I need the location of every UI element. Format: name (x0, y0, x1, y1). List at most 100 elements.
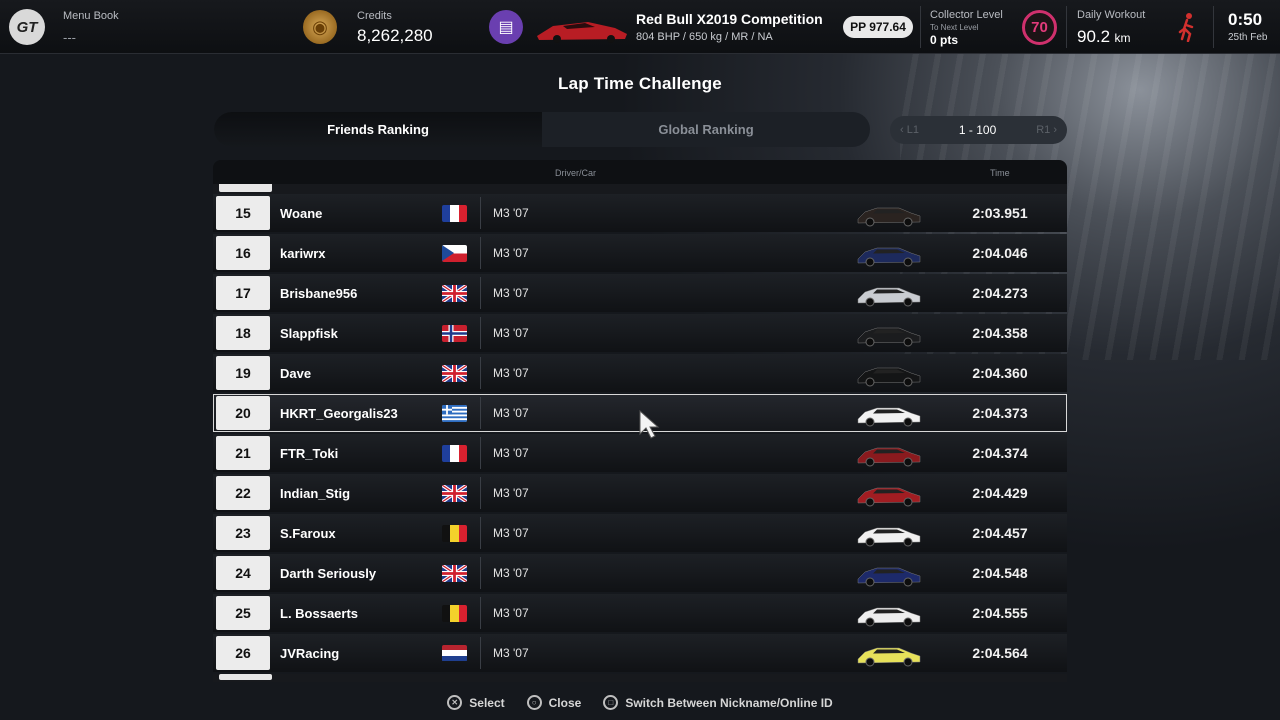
lap-time: 2:04.374 (972, 445, 1028, 461)
car-name: M3 '07 (493, 206, 529, 220)
current-car-thumbnail (537, 22, 627, 43)
table-row[interactable]: 26 JVRacing M3 '07 2:04.564 (213, 634, 1067, 672)
divider (480, 437, 481, 469)
position-number: 19 (216, 356, 270, 390)
car-name: M3 '07 (493, 406, 529, 420)
clock-time: 0:50 (1228, 10, 1263, 29)
lap-time: 2:04.555 (972, 605, 1028, 621)
table-row[interactable]: 22 Indian_Stig M3 '07 2:04.429 (213, 474, 1067, 512)
credits-value: 8,262,280 (357, 26, 433, 45)
country-flag-icon (442, 604, 467, 622)
credits-icon: ◉ (303, 10, 337, 44)
chevron-right-icon: › (1053, 124, 1057, 136)
pager-next-wrap[interactable]: R1 › (1036, 124, 1057, 136)
table-row[interactable]: 19 Dave M3 '07 2:04.360 (213, 354, 1067, 392)
car-name: M3 '07 (493, 606, 529, 620)
position-box (219, 184, 272, 192)
car-name: M3 '07 (493, 366, 529, 380)
car-thumbnail-icon (855, 481, 923, 507)
driver-name: Dave (280, 365, 312, 381)
driver-name: kariwrx (280, 245, 326, 261)
lap-time: 2:04.457 (972, 525, 1028, 541)
car-thumbnail-icon (855, 561, 923, 587)
page-title: Lap Time Challenge (558, 74, 722, 93)
table-row[interactable]: 15 Woane M3 '07 2:03.951 (213, 194, 1067, 232)
lap-time: 2:04.429 (972, 485, 1028, 501)
car-name: M3 '07 (493, 246, 529, 260)
daily-workout-unit: km (1114, 31, 1131, 45)
driver-name: L. Bossaerts (280, 605, 359, 621)
country-flag-icon (442, 324, 467, 342)
car-thumbnail-icon (855, 361, 923, 387)
driver-name: Indian_Stig (280, 485, 351, 501)
driver-name: Darth Seriously (280, 565, 377, 581)
table-row[interactable]: 16 kariwrx M3 '07 2:04.046 (213, 234, 1067, 272)
table-row[interactable]: 18 Slappfisk M3 '07 2:04.358 (213, 314, 1067, 352)
driver-name: Woane (280, 205, 323, 221)
lap-time: 2:04.360 (972, 365, 1028, 381)
position-number: 22 (216, 476, 270, 510)
divider (480, 557, 481, 589)
table-row[interactable]: 17 Brisbane956 M3 '07 2:04.273 (213, 274, 1067, 312)
square-button-icon: □ (603, 695, 619, 710)
switch-name-hint[interactable]: □ Switch Between Nickname/Online ID (603, 695, 833, 710)
driver-name: FTR_Toki (280, 445, 339, 461)
page-range-selector[interactable]: ‹ L1 1 - 100 R1 › (890, 116, 1067, 144)
car-thumbnail-icon (855, 641, 923, 667)
pp-badge: PP 977.64 (843, 16, 913, 38)
country-flag-icon (442, 564, 467, 582)
position-number: 16 (216, 236, 270, 270)
select-hint[interactable]: ✕ Select (447, 695, 505, 710)
ranking-tabs: Friends Ranking Global Ranking (214, 112, 870, 147)
country-flag-icon (442, 484, 467, 502)
lap-time: 2:04.046 (972, 245, 1028, 261)
close-label: Close (548, 695, 582, 710)
header-time: Time (990, 168, 1010, 178)
position-number: 20 (216, 396, 270, 430)
lap-time: 2:04.373 (972, 405, 1028, 421)
switch-label: Switch Between Nickname/Online ID (625, 695, 833, 710)
divider (480, 237, 481, 269)
mission-icon[interactable]: ▤ (489, 10, 523, 44)
runner-icon (1178, 13, 1194, 42)
pager-prev-wrap[interactable]: ‹ L1 (900, 124, 919, 136)
country-flag-icon (442, 644, 467, 662)
country-flag-icon (442, 524, 467, 542)
position-number: 23 (216, 516, 270, 550)
tab-global-ranking[interactable]: Global Ranking (542, 112, 870, 147)
divider (1066, 6, 1067, 48)
car-thumbnail-icon (855, 321, 923, 347)
select-label: Select (469, 695, 505, 710)
divider (480, 597, 481, 629)
lap-time: 2:04.273 (972, 285, 1028, 301)
table-row-partial (213, 674, 1067, 682)
collector-next-label: To Next Level (930, 23, 979, 32)
divider (920, 6, 921, 48)
car-name: M3 '07 (493, 566, 529, 580)
driver-name: S.Faroux (280, 525, 336, 541)
tab-friends-ranking[interactable]: Friends Ranking (214, 112, 542, 147)
car-name: M3 '07 (493, 486, 529, 500)
country-flag-icon (442, 444, 467, 462)
divider (480, 637, 481, 669)
menu-book-label: Menu Book (63, 10, 119, 22)
table-row[interactable]: 25 L. Bossaerts M3 '07 2:04.555 (213, 594, 1067, 632)
driver-name: Brisbane956 (280, 285, 358, 301)
country-flag-icon (442, 404, 467, 422)
car-thumbnail-icon (855, 441, 923, 467)
collector-level-badge: 70 (1022, 10, 1057, 45)
table-row[interactable]: 23 S.Faroux M3 '07 2:04.457 (213, 514, 1067, 552)
position-number: 24 (216, 556, 270, 590)
close-hint[interactable]: ○ Close (526, 695, 582, 710)
car-name: M3 '07 (493, 526, 529, 540)
menu-book-value: --- (63, 30, 76, 45)
car-thumbnail-icon (855, 201, 923, 227)
car-thumbnail-icon (855, 601, 923, 627)
table-row-partial (213, 184, 1067, 194)
divider (480, 317, 481, 349)
gt-logo-icon[interactable]: GT (9, 9, 45, 45)
table-row[interactable]: 24 Darth Seriously M3 '07 2:04.548 (213, 554, 1067, 592)
header-driver-car: Driver/Car (555, 168, 597, 178)
driver-name: Slappfisk (280, 325, 338, 341)
car-name: M3 '07 (493, 286, 529, 300)
